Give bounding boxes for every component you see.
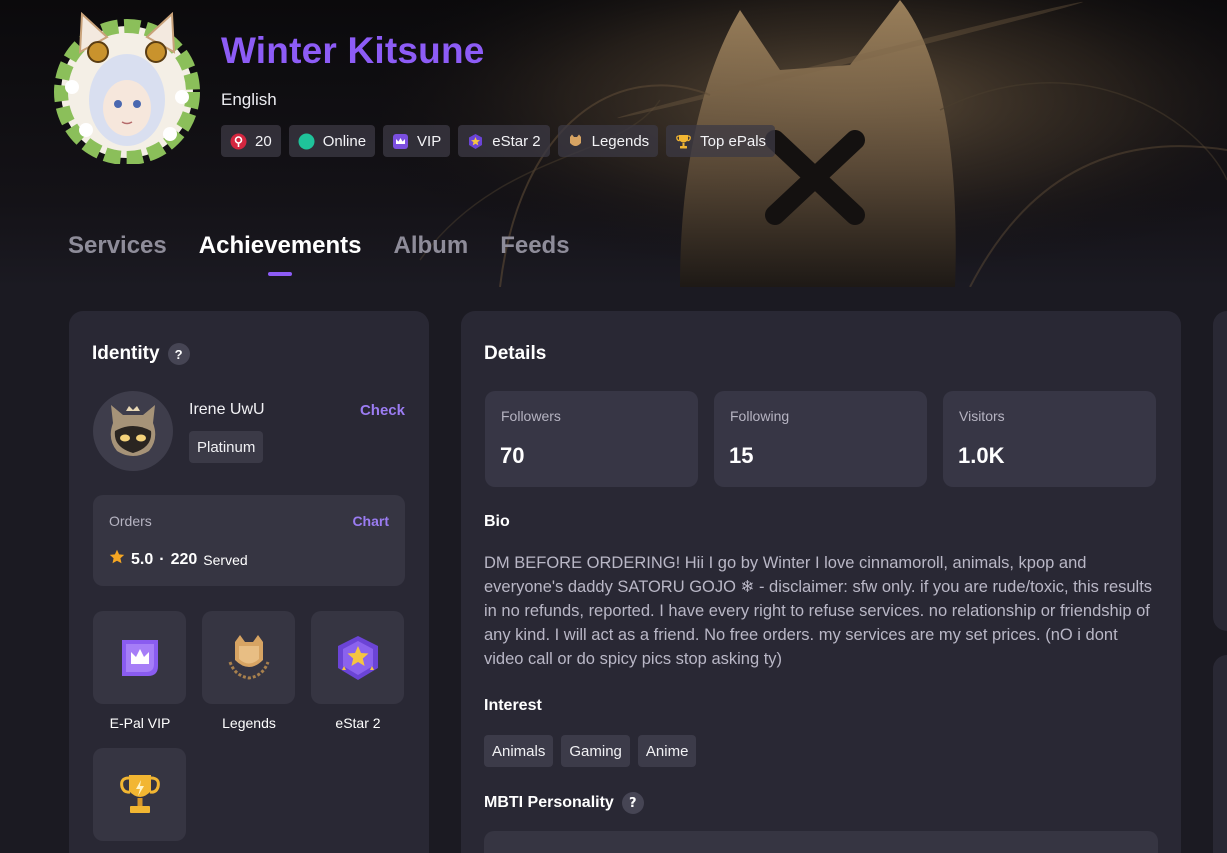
tab-achievements[interactable]: Achievements bbox=[199, 232, 362, 276]
achievement-label: eStar 2 bbox=[335, 715, 381, 731]
tab-feeds[interactable]: Feeds bbox=[500, 232, 569, 276]
orders-stats: 5.0 · 220 Served bbox=[109, 549, 248, 570]
identity-check-link[interactable]: Check bbox=[360, 402, 405, 419]
stat-following[interactable]: Following 15 bbox=[714, 391, 927, 487]
mbti-help-icon[interactable]: ? bbox=[621, 792, 644, 814]
stat-value: 70 bbox=[500, 443, 525, 468]
stat-visitors: Visitors 1.0K bbox=[943, 391, 1156, 487]
achievement-label: Legends bbox=[222, 715, 276, 731]
identity-help-icon[interactable]: ? bbox=[167, 343, 190, 365]
profile-tabs: Services Achievements Album Feeds bbox=[68, 232, 570, 276]
badge-top-epals: Top ePals bbox=[666, 125, 776, 157]
epal-vip-icon bbox=[121, 639, 158, 676]
profile-avatar bbox=[54, 12, 200, 164]
side-card-partial-lower bbox=[1213, 655, 1227, 853]
badge-vip: VIP bbox=[383, 125, 451, 157]
identity-card: Identity ? Irene UwU Check Platinum Orde… bbox=[69, 311, 429, 853]
orders-panel: Orders Chart 5.0 · 220 Served bbox=[93, 495, 405, 586]
orders-served-count: 220 bbox=[170, 550, 198, 568]
badge-legends: Legends bbox=[557, 125, 659, 157]
details-card: Details Followers 70 Following 15 Visito… bbox=[461, 311, 1181, 853]
identity-avatar bbox=[93, 391, 173, 471]
stat-followers[interactable]: Followers 70 bbox=[485, 391, 698, 487]
mbti-panel bbox=[484, 831, 1158, 853]
achievement-estar[interactable]: eStar 2 bbox=[311, 611, 405, 731]
stat-label: Following bbox=[730, 408, 790, 424]
stat-label: Visitors bbox=[959, 408, 1005, 424]
bio-text: DM BEFORE ORDERING! Hii I go by Winter I… bbox=[484, 554, 1153, 668]
tab-album[interactable]: Album bbox=[394, 232, 469, 276]
identity-rank-badge: Platinum bbox=[189, 431, 264, 463]
online-dot-icon bbox=[298, 133, 315, 150]
achievement-tile[interactable] bbox=[202, 611, 295, 704]
star-icon bbox=[109, 549, 125, 570]
details-title: Details bbox=[484, 343, 547, 364]
achievement-tile[interactable] bbox=[93, 611, 186, 704]
profile-language: English bbox=[221, 90, 277, 109]
interest-title: Interest bbox=[484, 697, 542, 714]
bio-title: Bio bbox=[484, 513, 510, 530]
trophy-icon bbox=[675, 133, 692, 150]
orders-chart-link[interactable]: Chart bbox=[352, 513, 389, 529]
mbti-title: MBTI Personality bbox=[484, 794, 614, 811]
orders-served-label: Served bbox=[203, 551, 248, 568]
estar-icon bbox=[337, 635, 378, 680]
achievement-tile[interactable] bbox=[311, 611, 404, 704]
profile-header: Winter Kitsune English 20 Online VIP eSt… bbox=[0, 0, 1227, 287]
achievement-tile[interactable] bbox=[93, 748, 186, 841]
achievement-epal-vip[interactable]: E-Pal VIP bbox=[93, 611, 187, 731]
achievement-trophy[interactable] bbox=[93, 748, 187, 852]
achievement-legends[interactable]: Legends bbox=[202, 611, 296, 731]
mbti-title-row: MBTI Personality ? bbox=[484, 792, 644, 814]
identity-title: Identity bbox=[92, 343, 160, 364]
side-card-partial bbox=[1213, 311, 1227, 631]
tab-services[interactable]: Services bbox=[68, 232, 167, 276]
interest-list: Animals Gaming Anime bbox=[484, 735, 697, 767]
orders-label: Orders bbox=[109, 513, 152, 529]
profile-name: Winter Kitsune bbox=[221, 30, 485, 71]
badge-online: Online bbox=[288, 125, 376, 157]
identity-user-name: Irene UwU bbox=[189, 401, 265, 418]
legends-icon bbox=[567, 133, 584, 150]
stat-value: 15 bbox=[729, 443, 754, 468]
profile-badges: 20 Online VIP eStar 2 Legends Top ePals bbox=[221, 125, 776, 157]
orders-rating: 5.0 bbox=[131, 550, 154, 568]
stat-label: Followers bbox=[501, 408, 561, 424]
estar-icon bbox=[467, 133, 484, 150]
interest-chip[interactable]: Anime bbox=[637, 735, 697, 767]
badge-level: 20 bbox=[221, 125, 281, 157]
identity-title-row: Identity ? bbox=[92, 343, 190, 365]
vip-crown-icon bbox=[392, 133, 409, 150]
orders-separator: · bbox=[159, 550, 165, 568]
achievement-label: E-Pal VIP bbox=[109, 715, 171, 731]
badge-estar: eStar 2 bbox=[458, 125, 550, 157]
stat-value: 1.0K bbox=[958, 443, 1005, 468]
location-pin-icon bbox=[230, 133, 247, 150]
trophy-icon bbox=[119, 774, 160, 813]
interest-chip[interactable]: Gaming bbox=[561, 735, 630, 767]
interest-chip[interactable]: Animals bbox=[484, 735, 554, 767]
legends-icon bbox=[228, 634, 269, 680]
